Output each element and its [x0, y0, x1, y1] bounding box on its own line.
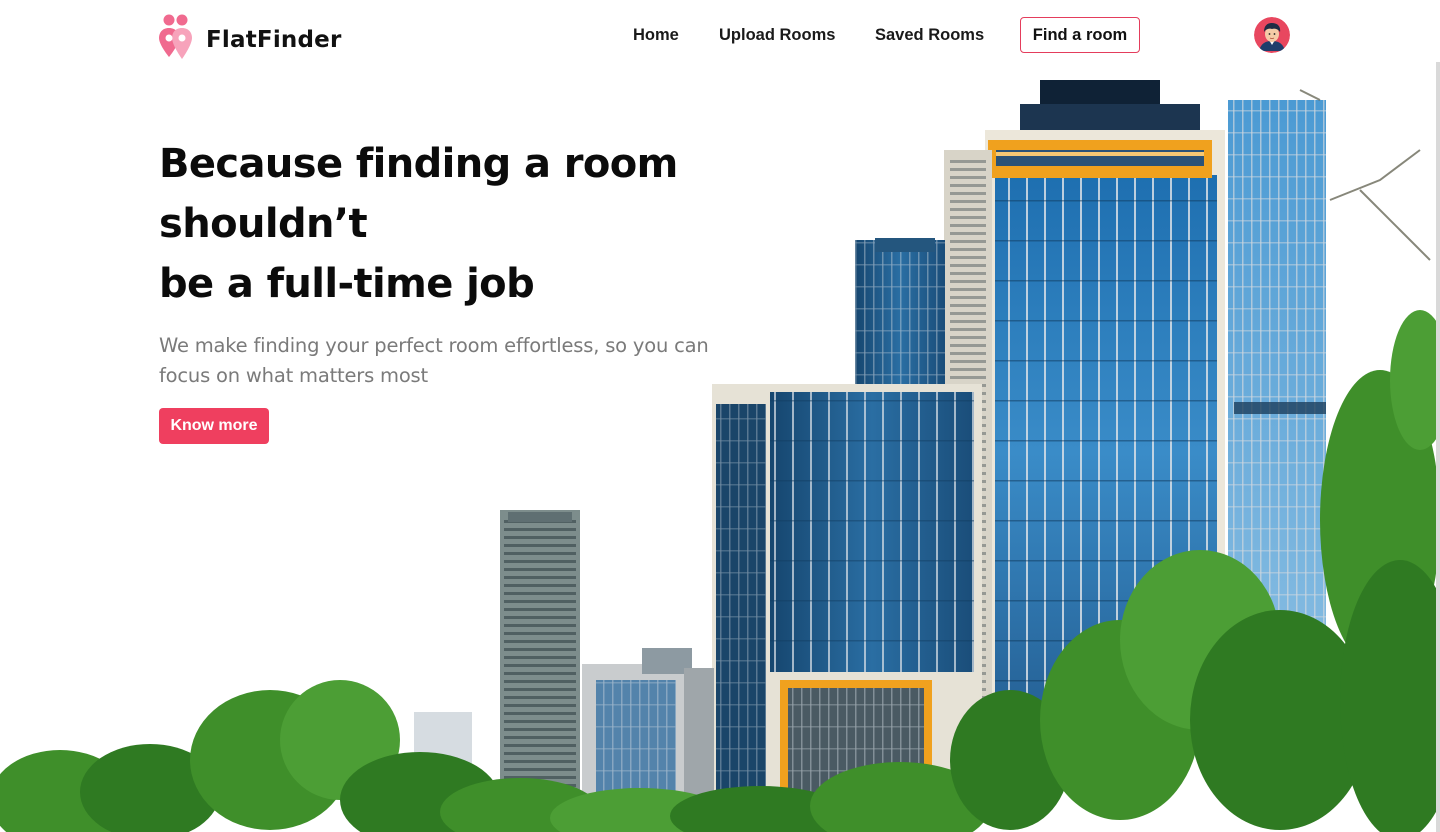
nav-link-home[interactable]: Home: [633, 26, 679, 45]
user-avatar[interactable]: [1254, 17, 1290, 53]
nav-link-saved-rooms[interactable]: Saved Rooms: [875, 26, 984, 45]
hero-subtitle: We make finding your perfect room effort…: [159, 334, 709, 387]
user-avatar-icon: [1254, 17, 1290, 53]
main-navigation: Home Upload Rooms Saved Rooms Find a roo…: [0, 17, 1440, 53]
nav-link-upload-rooms[interactable]: Upload Rooms: [719, 26, 835, 45]
navbar: FlatFinder Home Upload Rooms Saved Rooms…: [0, 0, 1440, 70]
page-scrollbar[interactable]: [1436, 62, 1440, 832]
know-more-button[interactable]: Know more: [159, 408, 269, 444]
hero-title-line-1: Because finding a room shouldn’t: [159, 141, 678, 247]
hero-title-line-2: be a full-time job: [159, 261, 535, 307]
hero-section: Because finding a room shouldn’t be a fu…: [159, 134, 879, 444]
hero-title: Because finding a room shouldn’t be a fu…: [159, 134, 879, 314]
find-room-button[interactable]: Find a room: [1020, 17, 1140, 53]
